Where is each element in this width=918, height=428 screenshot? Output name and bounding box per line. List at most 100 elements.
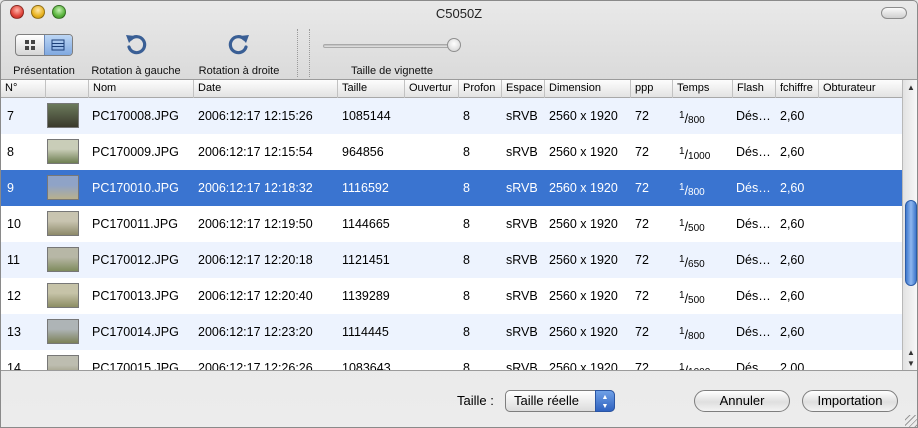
cell-time: 1/500: [679, 278, 705, 314]
table-row[interactable]: 10 PC170011.JPG 2006:12:17 12:19:50 1144665…: [1, 206, 902, 242]
cell-flash: Dés…: [736, 361, 771, 371]
cell-time: 1/800: [679, 170, 705, 206]
col-header-name[interactable]: Nom: [89, 80, 194, 98]
scroll-down-icon[interactable]: ▼: [906, 359, 916, 369]
time-denominator: 650: [688, 259, 705, 271]
rotate-right-label: Rotation à droite: [198, 65, 280, 77]
import-button[interactable]: Importation: [802, 390, 898, 412]
size-popup-value: Taille réelle: [514, 393, 580, 408]
rotate-left-icon: [126, 35, 147, 55]
scroll-up-icon[interactable]: ▲: [906, 348, 916, 358]
rotate-left-label: Rotation à gauche: [91, 65, 181, 77]
cell-flash: Dés…: [736, 145, 771, 159]
table-header: N° Nom Date Taille Ouvertur Profon Espac…: [1, 80, 902, 98]
col-header-date[interactable]: Date: [194, 80, 338, 98]
cell-ppp: 72: [635, 325, 649, 339]
col-header-size[interactable]: Taille: [338, 80, 405, 98]
resize-grip-icon[interactable]: [905, 415, 917, 427]
col-header-ppp[interactable]: ppp: [631, 80, 673, 98]
rotate-left-button[interactable]: Rotation à gauche: [87, 25, 185, 79]
table-row[interactable]: 11 PC170012.JPG 2006:12:17 12:20:18 1121451…: [1, 242, 902, 278]
cell-ppp: 72: [635, 361, 649, 371]
cell-time: 1/1000: [679, 350, 710, 370]
photo-thumbnail: [47, 103, 79, 128]
cell-space: sRVB: [506, 361, 538, 371]
cell-depth: 8: [463, 181, 470, 195]
cell-date: 2006:12:17 12:18:32: [198, 181, 313, 195]
icon-view-button[interactable]: [16, 35, 44, 55]
title-bar[interactable]: C5050Z: [1, 1, 917, 25]
cell-name: PC170013.JPG: [92, 289, 179, 303]
cell-n: 12: [7, 289, 21, 303]
cancel-button[interactable]: Annuler: [694, 390, 790, 412]
cell-n: 11: [7, 253, 20, 267]
cell-n: 9: [7, 181, 14, 195]
cell-dim: 2560 x 1920: [549, 145, 618, 159]
time-denominator: 800: [688, 331, 705, 343]
col-header-depth[interactable]: Profon: [459, 80, 502, 98]
cell-size: 1139289: [342, 289, 390, 303]
col-header-thumb[interactable]: [46, 80, 89, 98]
table-row[interactable]: 7 PC170008.JPG 2006:12:17 12:15:26 1085144 8…: [1, 98, 902, 134]
presentation-label: Présentation: [13, 65, 75, 77]
time-denominator: 800: [688, 115, 705, 127]
cell-f: 2,60: [780, 217, 805, 231]
view-mode-segmented[interactable]: [15, 34, 73, 56]
cell-f: 2,60: [780, 109, 805, 123]
cell-f: 2,60: [780, 253, 805, 267]
col-header-shutter[interactable]: Obturateur: [819, 80, 902, 98]
import-window: C5050Z Présentation Rotation à gauche Ro…: [0, 0, 918, 428]
cell-space: sRVB: [506, 253, 538, 267]
cell-ppp: 72: [635, 217, 649, 231]
col-header-flash[interactable]: Flash: [733, 80, 776, 98]
cell-f: 2,60: [780, 325, 805, 339]
cell-name: PC170010.JPG: [92, 181, 179, 195]
col-header-space[interactable]: Espace: [502, 80, 545, 98]
scroll-thumb[interactable]: [905, 200, 917, 286]
cell-n: 14: [7, 361, 21, 371]
time-denominator: 1000: [688, 151, 711, 163]
cell-flash: Dés…: [736, 217, 771, 231]
window-title: C5050Z: [435, 6, 483, 21]
thumb-size-slider-knob[interactable]: [447, 38, 461, 52]
table-row[interactable]: 9 PC170010.JPG 2006:12:17 12:18:32 1116592 8…: [1, 170, 902, 206]
col-header-time[interactable]: Temps: [673, 80, 733, 98]
vertical-scrollbar[interactable]: ▲ ▲ ▼: [902, 80, 917, 370]
table-row[interactable]: 12 PC170013.JPG 2006:12:17 12:20:40 1139289…: [1, 278, 902, 314]
col-header-fnumber[interactable]: fchiffre: [776, 80, 819, 98]
cell-depth: 8: [463, 361, 470, 371]
cell-depth: 8: [463, 109, 470, 123]
thumb-size-slider[interactable]: [323, 44, 457, 48]
toolbar-toggle-icon[interactable]: [881, 7, 907, 19]
col-header-dimension[interactable]: Dimension: [545, 80, 631, 98]
photo-thumbnail: [47, 247, 79, 272]
cell-time: 1/1000: [679, 134, 710, 170]
list-view-button[interactable]: [43, 35, 72, 55]
cell-f: 2,60: [780, 181, 805, 195]
col-header-aperture[interactable]: Ouvertur: [405, 80, 459, 98]
table-row[interactable]: 13 PC170014.JPG 2006:12:17 12:23:20 1114445…: [1, 314, 902, 350]
photo-thumbnail: [47, 139, 79, 164]
cell-depth: 8: [463, 253, 470, 267]
cell-dim: 2560 x 1920: [549, 289, 618, 303]
cell-space: sRVB: [506, 181, 538, 195]
scroll-up-icon[interactable]: ▲: [906, 83, 916, 93]
cell-flash: Dés…: [736, 181, 771, 195]
time-denominator: 500: [688, 223, 705, 235]
cell-depth: 8: [463, 289, 470, 303]
cell-f: 2,60: [780, 289, 805, 303]
cell-flash: Dés…: [736, 325, 771, 339]
time-denominator: 500: [688, 295, 705, 307]
cell-dim: 2560 x 1920: [549, 109, 618, 123]
size-popup[interactable]: Taille réelle ▲ ▼: [505, 390, 615, 412]
rotate-right-button[interactable]: Rotation à droite: [189, 25, 289, 79]
cell-dim: 2560 x 1920: [549, 325, 618, 339]
table-row[interactable]: 8 PC170009.JPG 2006:12:17 12:15:54 964856 8 s…: [1, 134, 902, 170]
cell-n: 10: [7, 217, 21, 231]
table-row[interactable]: 14 PC170015.JPG 2006:12:17 12:26:26 1083643…: [1, 350, 902, 371]
thumb-size-label: Taille de vignette: [351, 65, 433, 77]
col-header-number[interactable]: N°: [1, 80, 46, 98]
cell-depth: 8: [463, 145, 470, 159]
photo-thumbnail: [47, 355, 79, 370]
cell-space: sRVB: [506, 289, 538, 303]
